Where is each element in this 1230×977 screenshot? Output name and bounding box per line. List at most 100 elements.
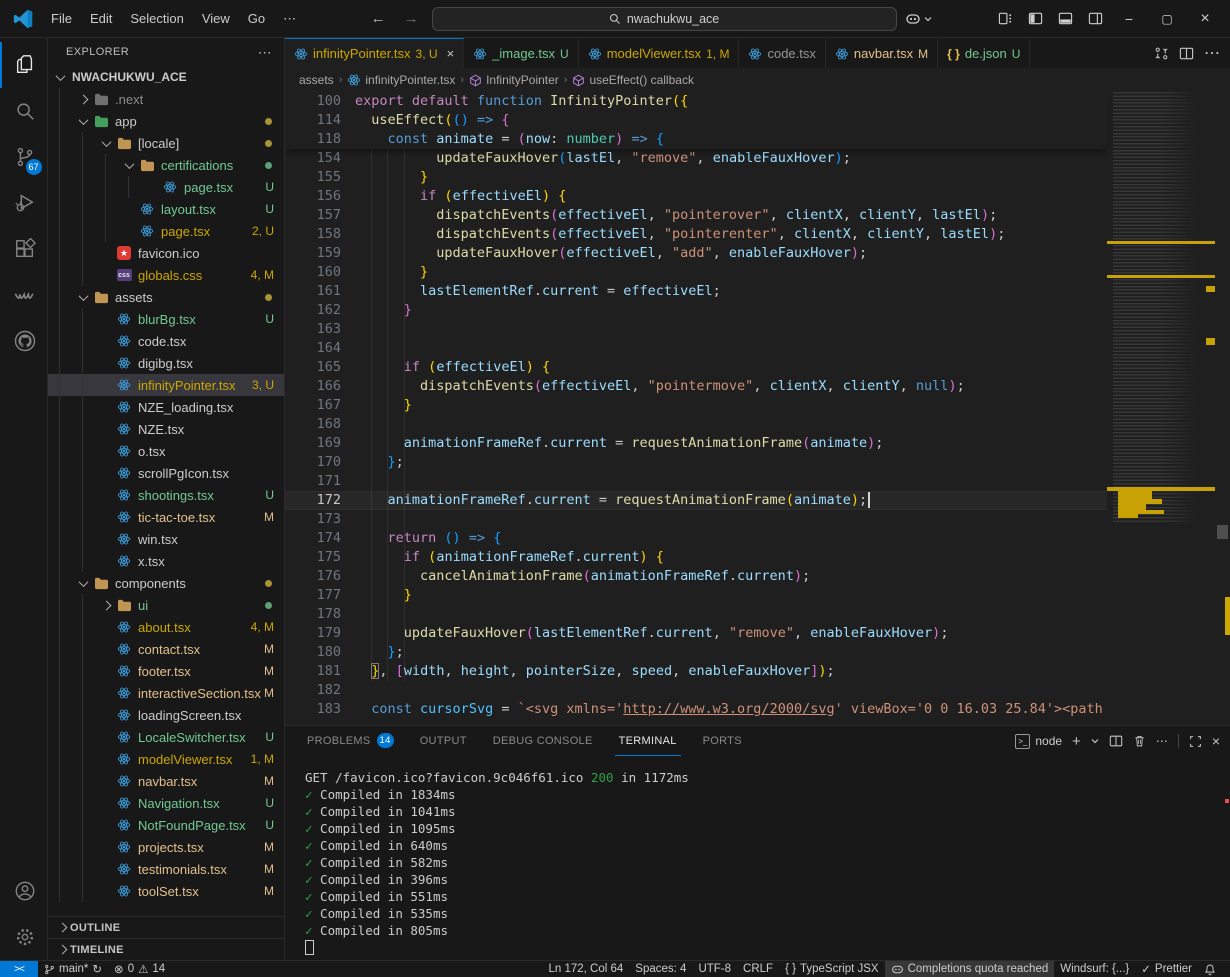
menu-view[interactable]: View (193, 7, 239, 31)
new-terminal-icon[interactable]: + (1072, 733, 1081, 750)
line-number[interactable]: 154 (285, 149, 341, 168)
timeline-section[interactable]: TIMELINE (48, 938, 284, 960)
tree-root-row[interactable]: NWACHUKWU_ACE (48, 66, 284, 88)
line-number[interactable]: 156 (285, 187, 341, 206)
search-activity-button[interactable] (0, 88, 48, 134)
line-number[interactable]: 164 (285, 339, 341, 358)
tab--image-tsx[interactable]: _image.tsxU (464, 38, 579, 68)
tree-item-favicon-ico[interactable]: ★favicon.ico (48, 242, 284, 264)
language-mode[interactable]: { }TypeScript JSX (779, 961, 885, 977)
tree-item-ui[interactable]: ui (48, 594, 284, 616)
tree-item-projects-tsx[interactable]: projects.tsxM (48, 836, 284, 858)
line-number[interactable]: 166 (285, 377, 341, 396)
back-button[interactable]: ← (366, 10, 391, 27)
indentation[interactable]: Spaces: 4 (629, 961, 692, 977)
command-center-search[interactable]: nwachukwu_ace (432, 7, 897, 31)
code-editor[interactable]: 154 updateFauxHover(lastEl, "remove", en… (285, 92, 1230, 725)
tree-item-navigation-tsx[interactable]: Navigation.tsxU (48, 792, 284, 814)
close-panel-icon[interactable]: × (1212, 733, 1220, 749)
tree-item-loadingscreen-tsx[interactable]: loadingScreen.tsx (48, 704, 284, 726)
minimize-button[interactable]: − (1112, 4, 1146, 34)
encoding[interactable]: UTF-8 (692, 961, 737, 977)
remote-indicator[interactable]: >< (0, 961, 38, 977)
tree-item-interactivesection-tsx[interactable]: interactiveSection.tsxM (48, 682, 284, 704)
extensions-activity-button[interactable] (0, 226, 48, 272)
panel-tab-terminal[interactable]: TERMINAL (615, 726, 681, 756)
editor-scrollbar[interactable] (1215, 92, 1230, 725)
minimap[interactable] (1107, 92, 1215, 725)
copilot-button[interactable] (905, 11, 932, 27)
tree-item-page-tsx[interactable]: page.tsxU (48, 176, 284, 198)
line-number[interactable]: 160 (285, 263, 341, 282)
line-number[interactable]: 118 (285, 130, 341, 149)
menu-selection[interactable]: Selection (121, 7, 192, 31)
tab-navbar-tsx[interactable]: navbar.tsxM (826, 38, 938, 68)
tree-item-digibg-tsx[interactable]: digibg.tsx (48, 352, 284, 374)
notifications[interactable] (1198, 961, 1222, 977)
tree-item-blurbg-tsx[interactable]: blurBg.tsxU (48, 308, 284, 330)
windsurf-status[interactable]: Windsurf: {...} (1054, 961, 1135, 977)
tree-item-footer-tsx[interactable]: footer.tsxM (48, 660, 284, 682)
tree-item-win-tsx[interactable]: win.tsx (48, 528, 284, 550)
panel-more-actions-icon[interactable]: ⋯ (1156, 734, 1168, 748)
line-number[interactable]: 157 (285, 206, 341, 225)
line-number[interactable]: 170 (285, 453, 341, 472)
eol[interactable]: CRLF (737, 961, 779, 977)
breadcrumb-item[interactable]: assets (299, 73, 334, 87)
tree-item-assets[interactable]: assets (48, 286, 284, 308)
account-button[interactable] (0, 868, 48, 914)
tree-item-contact-tsx[interactable]: contact.tsxM (48, 638, 284, 660)
tab-de-json[interactable]: { }de.jsonU (938, 38, 1030, 68)
line-number[interactable]: 163 (285, 320, 341, 339)
line-number[interactable]: 168 (285, 415, 341, 434)
breadcrumb-item[interactable]: infinityPointer.tsx (347, 73, 455, 87)
line-number[interactable]: 159 (285, 244, 341, 263)
customize-layout-icon[interactable] (992, 6, 1018, 32)
tree-item-nze-tsx[interactable]: NZE.tsx (48, 418, 284, 440)
tree-item-o-tsx[interactable]: o.tsx (48, 440, 284, 462)
line-number[interactable]: 183 (285, 700, 341, 719)
line-number[interactable]: 114 (285, 111, 341, 130)
tree-item-toolset-tsx[interactable]: toolSet.tsxM (48, 880, 284, 902)
tree-item-about-tsx[interactable]: about.tsx4, M (48, 616, 284, 638)
tab-code-tsx[interactable]: code.tsx (739, 38, 825, 68)
maximize-button[interactable]: ▢ (1150, 4, 1184, 34)
breadcrumb-item[interactable]: InfinityPointer (469, 73, 559, 87)
tree-item-modelviewer-tsx[interactable]: modelViewer.tsx1, M (48, 748, 284, 770)
explorer-activity-button[interactable] (0, 42, 48, 88)
line-number[interactable]: 100 (285, 92, 341, 111)
menu-edit[interactable]: Edit (81, 7, 121, 31)
close-tab-icon[interactable]: × (447, 46, 455, 61)
line-number[interactable]: 167 (285, 396, 341, 415)
line-number[interactable]: 173 (285, 510, 341, 529)
close-button[interactable]: × (1188, 4, 1222, 34)
tree-item-globals-css[interactable]: cssglobals.css4, M (48, 264, 284, 286)
kill-terminal-trash-icon[interactable] (1133, 734, 1146, 748)
panel-tab-ports[interactable]: PORTS (699, 726, 746, 756)
cursor-position[interactable]: Ln 172, Col 64 (542, 961, 629, 977)
tree-item-shootings-tsx[interactable]: shootings.tsxU (48, 484, 284, 506)
split-editor-icon[interactable] (1179, 46, 1194, 61)
toggle-panel-icon[interactable] (1052, 6, 1078, 32)
line-number[interactable]: 176 (285, 567, 341, 586)
tree-item-infinitypointer-tsx[interactable]: infinityPointer.tsx3, U (48, 374, 284, 396)
tree-item-x-tsx[interactable]: x.tsx (48, 550, 284, 572)
tree-item--next[interactable]: .next (48, 88, 284, 110)
line-number[interactable]: 162 (285, 301, 341, 320)
menu-more[interactable]: ⋯ (274, 7, 305, 31)
tree-item-tic-tac-toe-tsx[interactable]: tic-tac-toe.tsxM (48, 506, 284, 528)
run-debug-activity-button[interactable] (0, 180, 48, 226)
problems-status[interactable]: ⊗ 0 ⚠ 14 (108, 961, 171, 977)
line-number[interactable]: 181 (285, 662, 341, 681)
tree-item-nze-loading-tsx[interactable]: NZE_loading.tsx (48, 396, 284, 418)
scrollbar-thumb[interactable] (1217, 525, 1228, 539)
github-activity-button[interactable] (0, 318, 48, 364)
formatter-status[interactable]: ✓Prettier (1135, 961, 1198, 977)
line-number[interactable]: 172 (285, 491, 341, 510)
line-number[interactable]: 175 (285, 548, 341, 567)
line-number[interactable]: 169 (285, 434, 341, 453)
tree-item-scrollpgicon-tsx[interactable]: scrollPgIcon.tsx (48, 462, 284, 484)
line-number[interactable]: 177 (285, 586, 341, 605)
terminal-output[interactable]: GET /favicon.ico?favicon.9c046f61.ico 20… (285, 756, 1230, 960)
menu-go[interactable]: Go (239, 7, 274, 31)
